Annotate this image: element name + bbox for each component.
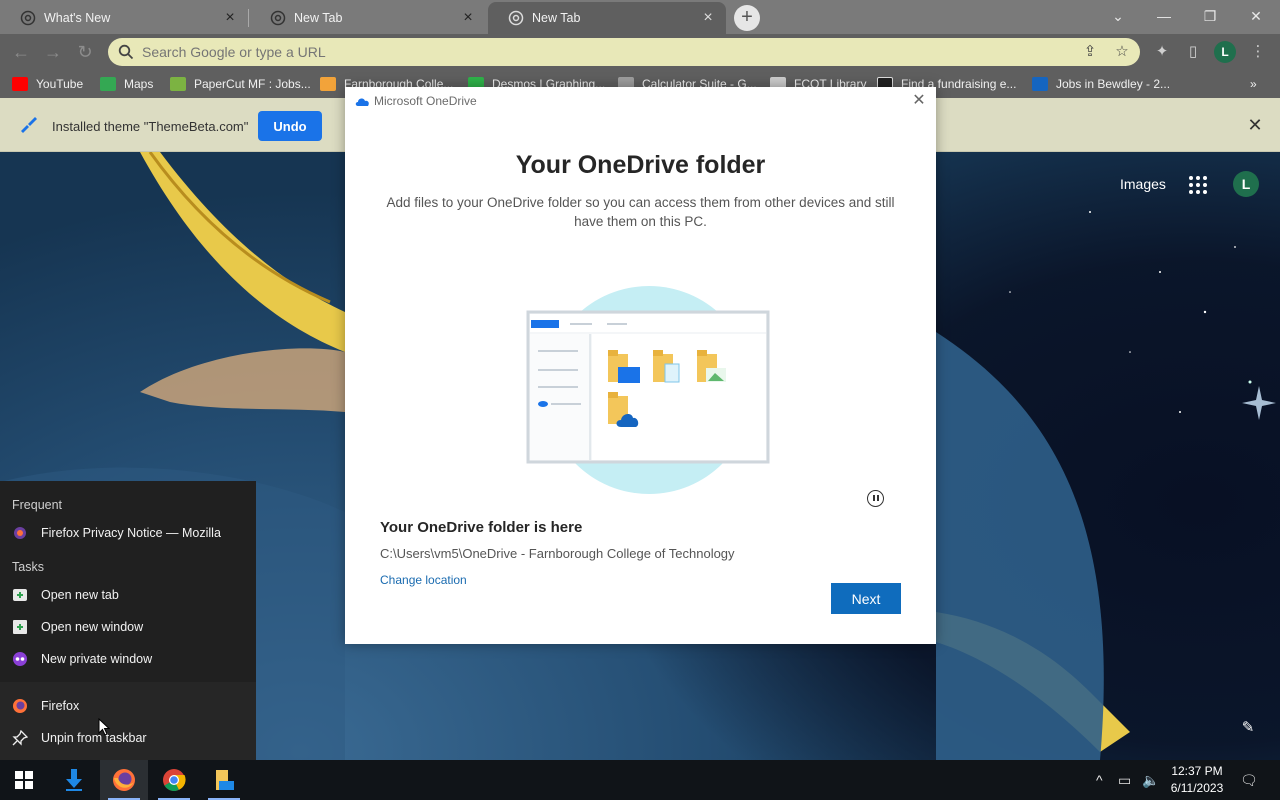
side-panel-icon[interactable]: ▯ [1183, 42, 1203, 62]
firefox-icon [13, 699, 27, 713]
unpin-icon [12, 730, 28, 746]
onedrive-dialog: Microsoft OneDrive ✕ Your OneDrive folde… [345, 87, 936, 644]
firefox-icon [113, 769, 135, 791]
undo-button[interactable]: Undo [258, 111, 322, 141]
start-button[interactable] [0, 760, 48, 800]
show-hidden-icons[interactable]: ^ [1096, 771, 1103, 789]
menu-icon[interactable]: ⋮ [1248, 42, 1268, 62]
tab-strip: What's New × New Tab × New Tab × + ⌄ — ❐… [0, 0, 1280, 34]
new-tab-icon [13, 589, 27, 601]
pause-animation-button[interactable] [867, 490, 884, 507]
taskbar-downloads[interactable] [50, 760, 98, 800]
back-icon[interactable]: ← [10, 41, 32, 63]
jumplist-item-open-new-tab[interactable]: Open new tab [0, 581, 256, 609]
ntp-profile-avatar[interactable]: L [1233, 171, 1259, 197]
edit-pencil-icon[interactable]: ✎ [1240, 720, 1256, 736]
close-icon[interactable]: × [222, 10, 238, 26]
browser-toolbar: ← → ↻ ⇪ ☆ ✦ ▯ L ⋮ [0, 34, 1280, 70]
folder-icon [216, 770, 234, 790]
window-close-icon[interactable]: ✕ [1242, 5, 1270, 27]
more-bookmarks-icon[interactable]: » [1250, 76, 1257, 92]
dialog-heading: Your OneDrive folder [515, 151, 766, 179]
tab-title: What's New [44, 11, 111, 25]
mouse-cursor [98, 718, 110, 736]
omnibox[interactable]: ⇪ ☆ [108, 38, 1140, 66]
next-button[interactable]: Next [831, 583, 901, 614]
jumplist-footer: Firefox Unpin from taskbar [0, 682, 256, 760]
jumplist-item-unpin[interactable]: Unpin from taskbar [0, 724, 256, 752]
jumplist-item-firefox[interactable]: Firefox [0, 692, 256, 720]
bookmark-youtube[interactable]: YouTube [12, 76, 83, 92]
change-location-link[interactable]: Change location [380, 573, 467, 587]
globe-icon [20, 10, 36, 26]
apps-grid-icon[interactable] [1189, 176, 1207, 194]
clock-date: 6/11/2023 [1170, 781, 1224, 795]
extensions-icon[interactable]: ✦ [1152, 42, 1172, 62]
tab-separator [248, 9, 249, 27]
tab-search-icon[interactable]: ⌄ [1104, 5, 1132, 27]
folder-location-heading: Your OneDrive folder is here [380, 519, 583, 536]
private-mask-icon [13, 652, 27, 666]
taskbar-clock[interactable]: 12:37 PM 6/11/2023 [1160, 763, 1234, 797]
jumplist-item-privacy-notice[interactable]: Firefox Privacy Notice — Mozilla [0, 519, 256, 547]
dialog-title: Microsoft OneDrive [374, 94, 477, 108]
onedrive-cloud-icon [355, 98, 369, 106]
share-icon[interactable]: ⇪ [1082, 44, 1098, 60]
profile-avatar[interactable]: L [1214, 41, 1236, 63]
firefox-page-icon [14, 527, 26, 539]
jumplist-item-open-new-window[interactable]: Open new window [0, 613, 256, 641]
chrome-icon [163, 769, 186, 791]
papercut-icon [170, 77, 186, 91]
facebook-icon [1032, 77, 1048, 91]
taskbar-firefox[interactable] [100, 760, 148, 800]
clock-time: 12:37 PM [1171, 764, 1223, 778]
tab-title: New Tab [294, 11, 343, 25]
reload-icon[interactable]: ↻ [74, 41, 96, 63]
youtube-icon [12, 77, 28, 91]
minimize-icon[interactable]: — [1150, 5, 1178, 27]
address-input[interactable] [142, 42, 1042, 62]
notifications-icon[interactable]: 🗨 [1240, 771, 1258, 789]
jumplist-item-new-private-window[interactable]: New private window [0, 645, 256, 673]
close-icon[interactable]: ✕ [910, 92, 928, 110]
dialog-description: Add files to your OneDrive folder so you… [386, 195, 895, 229]
paintbrush-icon [21, 117, 37, 133]
tab-title: New Tab [532, 11, 581, 25]
close-icon[interactable]: × [700, 10, 716, 26]
close-icon[interactable]: ✕ [1246, 116, 1264, 134]
onedrive-folder-illustration [526, 286, 770, 494]
network-icon[interactable]: ▭ [1118, 771, 1131, 789]
forward-icon[interactable]: → [42, 41, 64, 63]
tab-new-tab[interactable]: New Tab × [250, 2, 486, 34]
windows-logo-icon [15, 771, 33, 789]
search-icon [118, 44, 134, 60]
bookmark-star-icon[interactable]: ☆ [1114, 44, 1130, 60]
tasks-header: Tasks [12, 560, 44, 574]
maps-icon [100, 77, 116, 91]
close-icon[interactable]: × [460, 10, 476, 26]
tab-whats-new[interactable]: What's New × [0, 2, 248, 34]
download-arrow-icon [66, 769, 82, 791]
frequent-header: Frequent [12, 498, 63, 512]
infobar-message: Installed theme "ThemeBeta.com" [52, 119, 249, 134]
bookmark-jobs-bewdley[interactable]: Jobs in Bewdley - 2... [1032, 76, 1170, 92]
taskbar-file-explorer[interactable] [200, 760, 248, 800]
new-tab-button[interactable]: + [734, 5, 760, 31]
images-link[interactable]: Images [1120, 176, 1166, 192]
globe-icon [270, 10, 286, 26]
firefox-jump-list: Frequent Firefox Privacy Notice — Mozill… [0, 481, 256, 760]
bookmark-papercut[interactable]: PaperCut MF : Jobs... [170, 76, 311, 92]
tab-new-tab-active[interactable]: New Tab × [488, 2, 726, 34]
new-window-icon [13, 620, 27, 634]
restore-icon[interactable]: ❐ [1196, 5, 1224, 27]
globe-icon [508, 10, 524, 26]
windows-taskbar: ^ ▭ 🔈 12:37 PM 6/11/2023 🗨 [0, 760, 1280, 800]
folder-path: C:\Users\vm5\OneDrive - Farnborough Coll… [380, 546, 735, 561]
college-icon [320, 77, 336, 91]
bookmark-maps[interactable]: Maps [100, 76, 153, 92]
volume-muted-icon[interactable]: 🔈 [1142, 771, 1159, 789]
taskbar-chrome[interactable] [150, 760, 198, 800]
